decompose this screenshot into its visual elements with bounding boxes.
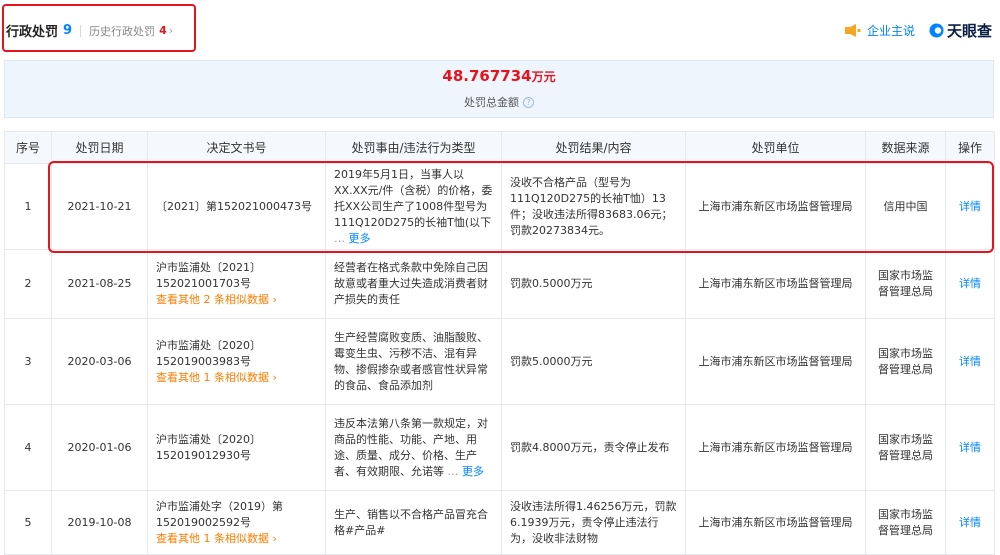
row-detail-link[interactable]: 详情 <box>959 277 981 290</box>
row-action-cell: 详情 <box>945 404 995 491</box>
row-doc-no: 沪市监浦处〔2020〕152019012930号 <box>156 432 261 462</box>
speaker-icon <box>844 24 861 37</box>
row-unit: 上海市浦东新区市场监督管理局 <box>685 490 866 555</box>
header-source: 数据来源 <box>865 131 946 164</box>
row-reason: 2019年5月1日，当事人以XX.XX元/件（含税）的价格，委托XX公司生产了1… <box>334 167 493 229</box>
row-doc-no-cell: 沪市监浦处〔2020〕152019003983号查看其他 1 条相似数据 › <box>147 318 326 405</box>
tab-history-penalty-count: 4 <box>159 24 167 37</box>
row-date: 2019-10-08 <box>51 490 148 555</box>
total-penalty-value: 48.767734 <box>442 67 532 85</box>
row-result: 没收违法所得1.46256万元，罚款6.1939万元，责令停止违法行为，没收非法… <box>501 490 686 555</box>
row-source: 信用中国 <box>865 163 946 250</box>
row-reason-more-link[interactable]: 更多 <box>349 232 371 245</box>
enterprise-says-link[interactable]: 企业主说 <box>867 22 915 39</box>
penalty-table: 序号 处罚日期 决定文书号 处罚事由/违法行为类型 处罚结果/内容 处罚单位 数… <box>4 131 995 555</box>
row-result: 罚款0.5000万元 <box>501 249 686 319</box>
row-index: 3 <box>4 318 52 405</box>
tianyancha-logo-text: 天眼查 <box>946 22 992 40</box>
total-penalty-label: 处罚总金额 <box>464 96 519 109</box>
row-source: 国家市场监督管理总局 <box>865 490 946 555</box>
row-action-cell: 详情 <box>945 490 995 555</box>
row-reason: 生产、销售以不合格产品冒充合格#产品# <box>325 490 502 555</box>
row-reason-ellipsis: … <box>447 464 459 478</box>
row-doc-no-cell: 沪市监浦处〔2021〕152021001703号查看其他 2 条相似数据 › <box>147 249 326 319</box>
brand-area: 企业主说 天眼查 <box>844 20 992 41</box>
row-index: 5 <box>4 490 52 555</box>
row-doc-no: 沪市监浦处〔2021〕152021001703号 <box>156 261 261 290</box>
row-action-cell: 详情 <box>945 318 995 405</box>
row-similar-link[interactable]: 查看其他 1 条相似数据 › <box>156 531 317 547</box>
row-reason-cell: 2019年5月1日，当事人以XX.XX元/件（含税）的价格，委托XX公司生产了1… <box>325 163 502 250</box>
row-unit: 上海市浦东新区市场监督管理局 <box>685 318 866 405</box>
table-row: 3 2020-03-06 沪市监浦处〔2020〕152019003983号查看其… <box>4 318 995 405</box>
row-source: 国家市场监督管理总局 <box>865 404 946 491</box>
row-result: 罚款4.8000万元，责令停止发布 <box>501 404 686 491</box>
row-reason-more-link[interactable]: 更多 <box>462 465 484 478</box>
row-action-cell: 详情 <box>945 249 995 319</box>
total-penalty-amount: 48.767734万元 <box>5 67 993 85</box>
table-row: 5 2019-10-08 沪市监浦处字（2019）第152019002592号查… <box>4 490 995 555</box>
row-reason-ellipsis: … <box>334 231 345 245</box>
row-detail-link[interactable]: 详情 <box>959 516 981 529</box>
chevron-right-icon[interactable]: › <box>169 24 173 37</box>
row-action-cell: 详情 <box>945 163 995 250</box>
table-row: 4 2020-01-06 沪市监浦处〔2020〕152019012930号 违反… <box>4 404 995 491</box>
info-icon[interactable]: ? <box>523 96 534 108</box>
row-source: 国家市场监督管理总局 <box>865 318 946 405</box>
total-penalty-label-row: 处罚总金额 ? <box>5 94 993 110</box>
tab-admin-penalty-count: 9 <box>63 23 73 38</box>
row-reason-cell: 违反本法第八条第一款规定，对商品的性能、功能、产地、用途、质量、成分、价格、生产… <box>325 404 502 491</box>
row-doc-no-cell: 〔2021〕第152021000473号 <box>147 163 326 250</box>
row-detail-link[interactable]: 详情 <box>959 200 981 213</box>
row-reason: 生产经营腐败变质、油脂酸败、霉变生虫、污秽不洁、混有异物、掺假掺杂或者感官性状异… <box>325 318 502 405</box>
row-similar-link[interactable]: 查看其他 2 条相似数据 › <box>156 292 317 308</box>
total-penalty-unit: 万元 <box>531 70 556 84</box>
row-source: 国家市场监督管理总局 <box>865 249 946 319</box>
row-date: 2020-01-06 <box>51 404 148 491</box>
row-doc-no: 沪市监浦处〔2020〕152019003983号 <box>156 338 261 368</box>
row-detail-link[interactable]: 详情 <box>959 441 981 454</box>
row-unit: 上海市浦东新区市场监督管理局 <box>685 249 866 319</box>
tab-admin-penalty[interactable]: 行政处罚 <box>6 21 58 40</box>
row-doc-no-cell: 沪市监浦处〔2020〕152019012930号 <box>147 404 326 491</box>
table-row: 2 2021-08-25 沪市监浦处〔2021〕152021001703号查看其… <box>4 249 995 319</box>
row-index: 4 <box>4 404 52 491</box>
row-doc-no-cell: 沪市监浦处字（2019）第152019002592号查看其他 1 条相似数据 › <box>147 490 326 555</box>
header-reason: 处罚事由/违法行为类型 <box>325 131 502 164</box>
tab-divider <box>80 24 82 37</box>
penalty-summary-panel: 48.767734万元 处罚总金额 ? <box>4 60 994 118</box>
tab-history-penalty[interactable]: 历史行政处罚 <box>89 23 155 39</box>
penalty-tabs: 行政处罚 9 历史行政处罚 4 › <box>6 21 173 40</box>
header-doc-no: 决定文书号 <box>147 131 326 164</box>
tianyancha-logo-icon <box>929 23 944 38</box>
row-doc-no: 沪市监浦处字（2019）第152019002592号 <box>156 499 283 529</box>
header-result: 处罚结果/内容 <box>501 131 686 164</box>
header-date: 处罚日期 <box>51 131 148 164</box>
row-date: 2020-03-06 <box>51 318 148 405</box>
row-doc-no: 〔2021〕第152021000473号 <box>156 199 312 213</box>
row-index: 1 <box>4 163 52 250</box>
header-action: 操作 <box>945 131 995 164</box>
row-result: 没收不合格产品（型号为111Q120D275的长袖T恤）13件；没收违法所得83… <box>501 163 686 250</box>
row-date: 2021-08-25 <box>51 249 148 319</box>
row-similar-link[interactable]: 查看其他 1 条相似数据 › <box>156 370 317 386</box>
table-header-row: 序号 处罚日期 决定文书号 处罚事由/违法行为类型 处罚结果/内容 处罚单位 数… <box>4 131 995 164</box>
row-index: 2 <box>4 249 52 319</box>
row-date: 2021-10-21 <box>51 163 148 250</box>
header-index: 序号 <box>4 131 52 164</box>
row-detail-link[interactable]: 详情 <box>959 355 981 368</box>
row-unit: 上海市浦东新区市场监督管理局 <box>685 163 866 250</box>
row-unit: 上海市浦东新区市场监督管理局 <box>685 404 866 491</box>
row-reason: 经营者在格式条款中免除自己因故意或者重大过失造成消费者财产损失的责任 <box>325 249 502 319</box>
row-result: 罚款5.0000万元 <box>501 318 686 405</box>
table-row: 1 2021-10-21 〔2021〕第152021000473号 2019年5… <box>4 163 995 250</box>
header-unit: 处罚单位 <box>685 131 866 164</box>
